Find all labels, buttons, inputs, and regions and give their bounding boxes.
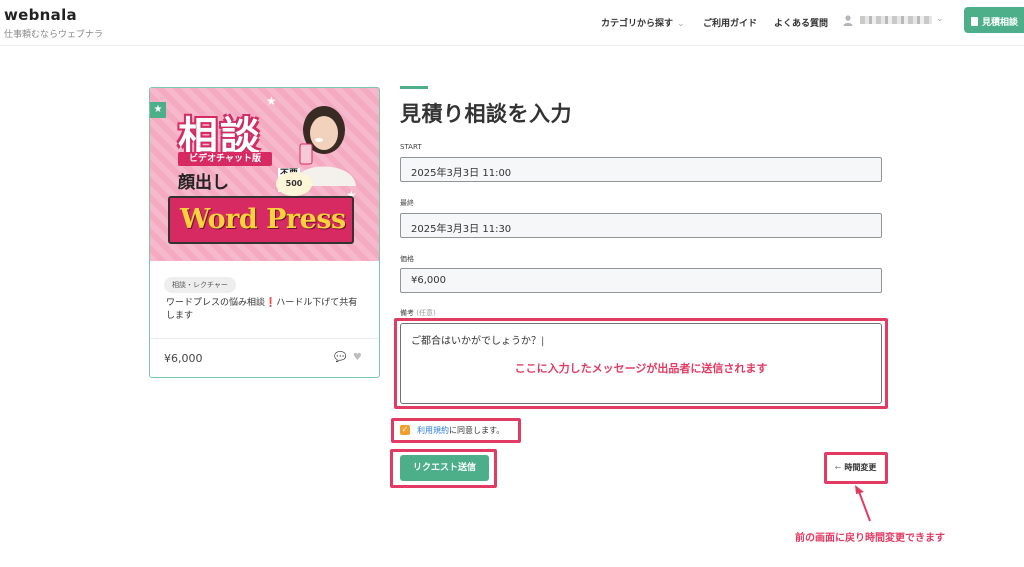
quote-request-label: 見積相談 [982, 18, 1019, 28]
category-tag[interactable]: 相談・レクチャー [164, 277, 236, 293]
page-title: 見積り相談を入力 [400, 102, 572, 126]
quote-request-button[interactable]: 見積相談 [964, 7, 1024, 33]
title-accent-bar [400, 86, 428, 89]
top-header: webnala 仕事頼むならウェブナラ カテゴリから探す ⌄ ご利用ガイド よくあ… [0, 0, 1024, 46]
document-icon [971, 17, 978, 26]
end-field[interactable]: 2025年3月3日 11:30 [400, 213, 882, 238]
chevron-down-icon[interactable]: ⌄ [936, 14, 944, 24]
service-price: ¥6,000 [164, 352, 203, 365]
nav-faq-label: よくある質問 [774, 19, 829, 29]
start-field[interactable]: 2025年3月3日 11:00 [400, 157, 882, 182]
service-title[interactable]: ワードプレスの悩み相談❗ハードル下げて共有します [166, 297, 366, 323]
star-decoration-icon: ★ [266, 94, 277, 108]
banner-count-badge: 500 [276, 172, 312, 196]
service-banner-image: ★ ★ 相談 ビデオチャット版 顔出し 不要 500 Word Press [150, 88, 379, 261]
service-card[interactable]: ★ ★ 相談 ビデオチャット版 顔出し 不要 500 Word Press ★ … [149, 87, 380, 378]
comment-icon[interactable]: 💬 [334, 352, 346, 363]
nav-category-label: カテゴリから探す [601, 19, 674, 29]
time-change-annotation: 前の画面に戻り時間変更できます [795, 533, 945, 544]
annotation-box-submit [390, 449, 497, 488]
user-icon[interactable] [843, 15, 853, 26]
annotation-box-note [394, 318, 888, 409]
price-field[interactable]: ¥6,000 [400, 268, 882, 293]
card-actions: 💬 ♥ [334, 352, 362, 363]
banner-wordpress-text: Word Press [180, 204, 346, 235]
annotation-arrow-icon [855, 485, 871, 522]
end-label: 最終 [400, 199, 414, 207]
exclamation-icon: ❗ [265, 298, 277, 308]
service-title-main: ワードプレスの悩み相談 [166, 298, 266, 308]
note-label: 備考 (任意) [400, 308, 436, 318]
note-label-text: 備考 [400, 309, 414, 317]
user-name-redacted[interactable] [860, 16, 932, 24]
start-label: START [400, 143, 422, 151]
banner-video-chat: ビデオチャット版 [178, 152, 272, 166]
annotation-box-terms [391, 418, 521, 443]
nav-guide[interactable]: ご利用ガイド [703, 16, 757, 29]
banner-wordpress: Word Press [168, 196, 354, 244]
note-optional: (任意) [416, 309, 436, 317]
nav-guide-label: ご利用ガイド [703, 19, 758, 29]
annotation-box-time [824, 452, 888, 484]
site-logo[interactable]: webnala [4, 6, 77, 24]
nav-category[interactable]: カテゴリから探す ⌄ [601, 16, 685, 29]
heart-icon[interactable]: ♥ [353, 352, 362, 363]
card-divider [150, 338, 379, 339]
favorite-star-icon[interactable]: ★ [150, 102, 166, 118]
chevron-down-icon: ⌄ [677, 19, 685, 29]
banner-face: 顔出し [178, 173, 229, 193]
site-tagline: 仕事頼むならウェブナラ [4, 30, 104, 40]
price-label: 価格 [400, 255, 414, 263]
nav-faq[interactable]: よくある質問 [774, 16, 828, 29]
